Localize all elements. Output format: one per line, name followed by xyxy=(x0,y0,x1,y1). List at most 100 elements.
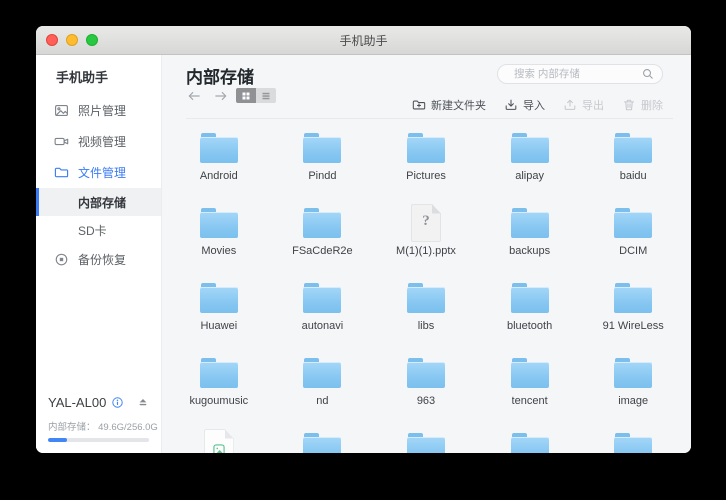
file-cell[interactable]: ?M(1)(1).pptx xyxy=(374,200,478,275)
file-cell[interactable]: Pindd xyxy=(271,125,375,200)
action-label: 删除 xyxy=(641,97,663,113)
import-button[interactable]: 导入 xyxy=(504,97,545,113)
file-label: libs xyxy=(418,320,435,332)
file-cell[interactable]: image xyxy=(581,350,685,425)
file-icon-slot xyxy=(511,278,549,318)
file-label: Pindd xyxy=(308,170,336,182)
sidebar-subitem-sd-card[interactable]: SD卡 xyxy=(36,216,161,244)
list-view-button[interactable] xyxy=(256,88,276,103)
folder-icon xyxy=(200,283,238,313)
sidebar-subitem-label: SD卡 xyxy=(78,222,107,239)
new-folder-icon xyxy=(412,98,426,112)
delete-icon xyxy=(622,98,636,112)
photo-icon xyxy=(53,103,69,119)
maximize-button[interactable] xyxy=(86,34,98,46)
export-icon xyxy=(563,98,577,112)
eject-icon[interactable] xyxy=(137,396,149,408)
storage-progressbar xyxy=(48,438,149,442)
file-label: kugoumusic xyxy=(189,395,248,407)
search-icon[interactable] xyxy=(642,68,654,80)
file-cell[interactable]: tencent xyxy=(478,350,582,425)
window-title: 手机助手 xyxy=(339,32,387,49)
close-button[interactable] xyxy=(46,34,58,46)
file-cell[interactable]: 91 WireLess xyxy=(581,275,685,350)
file-cell[interactable]: Android xyxy=(167,125,271,200)
file-icon-slot xyxy=(407,278,445,318)
search-box xyxy=(497,64,663,84)
file-cell[interactable]: backups xyxy=(478,200,582,275)
folder-icon xyxy=(303,283,341,313)
minimize-button[interactable] xyxy=(66,34,78,46)
page-fold xyxy=(225,429,234,439)
file-icon-slot xyxy=(303,128,341,168)
file-icon-slot xyxy=(511,353,549,393)
app-window: 手机助手 手机助手 照片管理视频管理文件管理内部存储SD卡备份恢复 YAL-AL… xyxy=(36,26,691,453)
file-icon-slot xyxy=(511,128,549,168)
file-cell[interactable]: bluetooth xyxy=(478,275,582,350)
back-arrow-icon[interactable] xyxy=(187,90,201,102)
folder-icon xyxy=(511,208,549,238)
file-cell[interactable]: Huawei xyxy=(167,275,271,350)
image-glyph-icon xyxy=(212,443,226,453)
file-icon-slot xyxy=(204,428,234,453)
sidebar-item-video-management[interactable]: 视频管理 xyxy=(36,126,161,157)
file-label: alipay xyxy=(515,170,544,182)
search-input[interactable] xyxy=(512,67,642,81)
file-cell[interactable]: kugoumusic xyxy=(167,350,271,425)
file-cell[interactable]: nd xyxy=(271,350,375,425)
file-label: nd xyxy=(316,395,328,407)
folder-icon xyxy=(614,208,652,238)
file-icon-slot xyxy=(303,203,341,243)
file-cell[interactable]: 963 xyxy=(374,350,478,425)
file-cell[interactable]: FSaCdeR2e xyxy=(271,200,375,275)
file-icon-slot xyxy=(303,428,341,453)
sidebar-item-file-management[interactable]: 文件管理 xyxy=(36,157,161,188)
file-icon-slot xyxy=(511,428,549,453)
forward-arrow-icon[interactable] xyxy=(214,90,228,102)
file-label: tencent xyxy=(512,395,548,407)
delete-button: 删除 xyxy=(622,97,663,113)
file-label: bluetooth xyxy=(507,320,552,332)
file-label: 963 xyxy=(417,395,435,407)
file-cell[interactable]: autonavi xyxy=(271,275,375,350)
backup-icon xyxy=(53,252,69,268)
folder-icon xyxy=(407,283,445,313)
sidebar-item-backup-restore[interactable]: 备份恢复 xyxy=(36,244,161,275)
titlebar: 手机助手 xyxy=(36,26,691,55)
sidebar-subitem-internal-storage[interactable]: 内部存储 xyxy=(36,188,161,216)
file-label: Pictures xyxy=(406,170,446,182)
folder-icon xyxy=(200,208,238,238)
file-cell[interactable] xyxy=(271,425,375,453)
file-cell[interactable]: Movies xyxy=(167,200,271,275)
new-folder-button[interactable]: 新建文件夹 xyxy=(412,97,486,113)
sidebar-item-photo-management[interactable]: 照片管理 xyxy=(36,95,161,126)
file-icon-slot xyxy=(614,278,652,318)
file-icon-slot xyxy=(614,203,652,243)
file-cell[interactable] xyxy=(581,425,685,453)
file-icon-slot xyxy=(407,128,445,168)
file-cell[interactable]: baidu xyxy=(581,125,685,200)
file-icon-slot xyxy=(200,278,238,318)
file-cell[interactable] xyxy=(374,425,478,453)
file-cell[interactable]: alipay xyxy=(478,125,582,200)
file-label: backups xyxy=(509,245,550,257)
file-icon-slot xyxy=(614,428,652,453)
file-cell[interactable] xyxy=(167,425,271,453)
file-icon-slot xyxy=(303,353,341,393)
folder-icon xyxy=(511,133,549,163)
file-label: Movies xyxy=(201,245,236,257)
grid-view-button[interactable] xyxy=(236,88,256,103)
file-cell[interactable]: DCIM xyxy=(581,200,685,275)
folder-icon xyxy=(407,433,445,453)
folder-icon xyxy=(200,133,238,163)
file-cell[interactable]: Pictures xyxy=(374,125,478,200)
sidebar-item-label: 视频管理 xyxy=(78,133,126,150)
file-icon-slot xyxy=(200,353,238,393)
info-icon[interactable] xyxy=(112,397,123,408)
folder-icon xyxy=(303,433,341,453)
file-cell[interactable] xyxy=(478,425,582,453)
sidebar-item-label: 文件管理 xyxy=(78,164,126,181)
file-cell[interactable]: libs xyxy=(374,275,478,350)
folder-icon xyxy=(407,133,445,163)
file-label: baidu xyxy=(620,170,647,182)
